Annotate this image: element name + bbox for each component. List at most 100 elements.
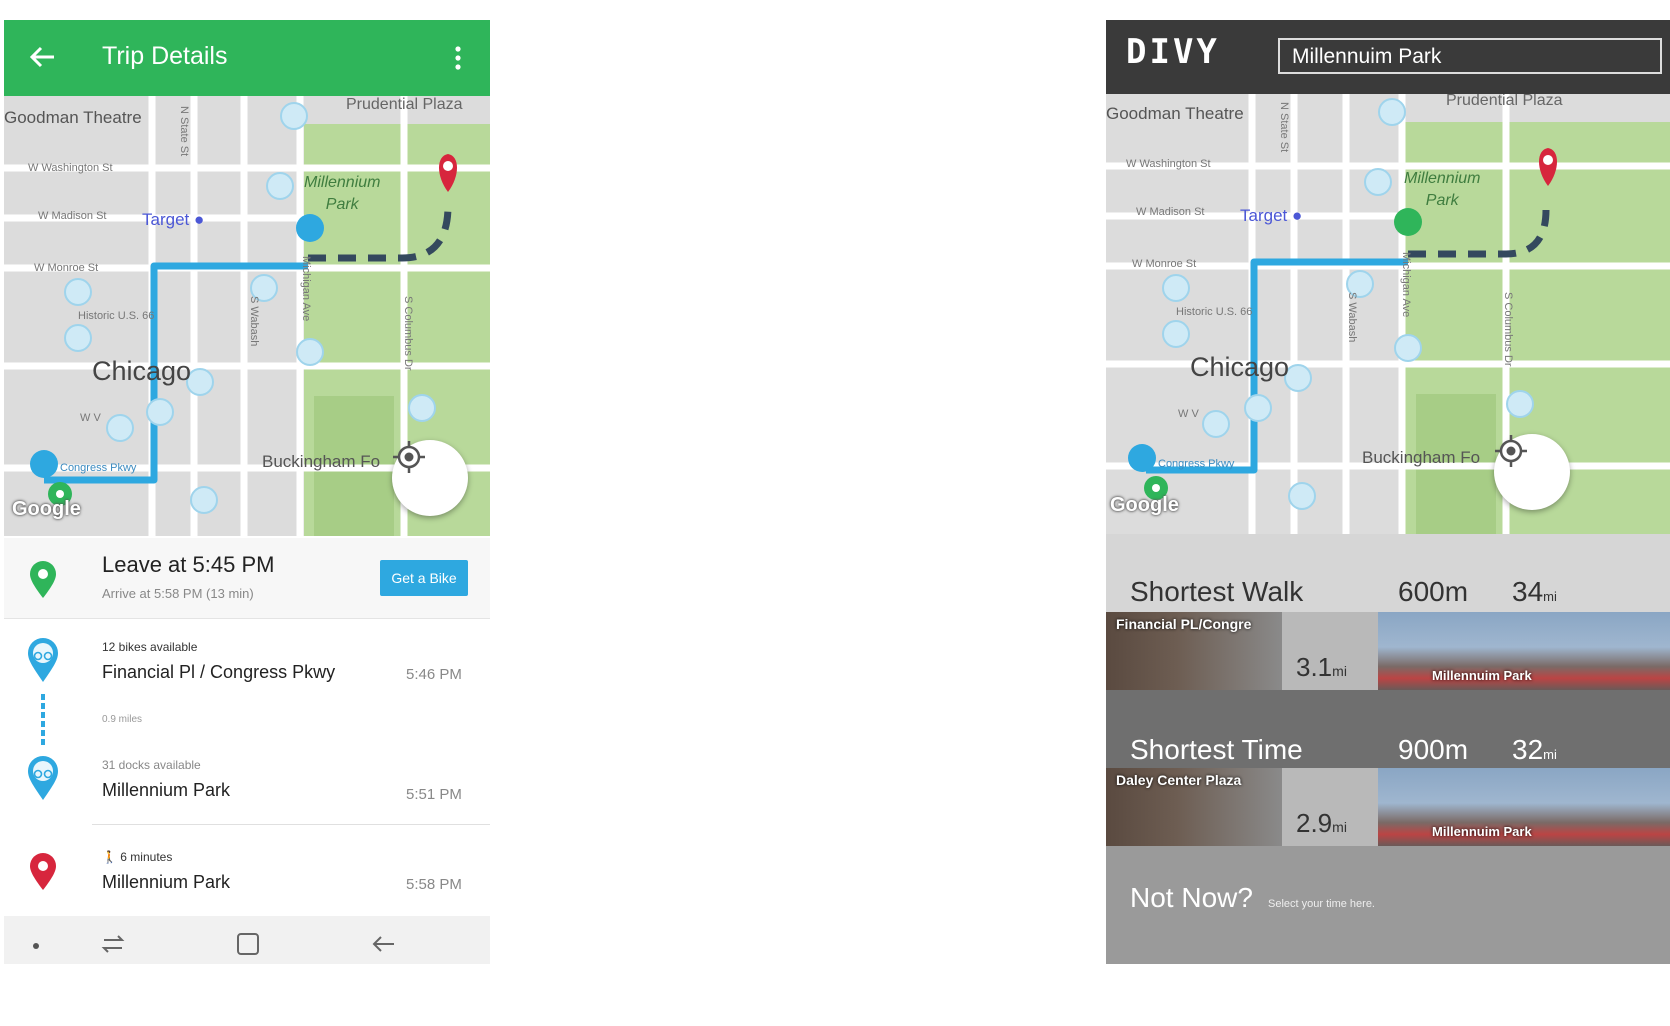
walk-duration-text: 6 minutes xyxy=(120,850,173,864)
brand-logo: DIVY xyxy=(1126,32,1220,72)
map-label-park: Millennium Park xyxy=(1404,168,1480,212)
route-2-strip[interactable]: Daley Center Plaza 2.9mi Millennuim Park xyxy=(1106,768,1670,846)
route-2-distance-value: 2.9 xyxy=(1296,808,1333,838)
route-2-distance: 2.9mi xyxy=(1296,808,1347,839)
route-2-name: Shortest Time xyxy=(1130,734,1303,765)
departure-summary: Leave at 5:45 PM Arrive at 5:58 PM (13 m… xyxy=(4,538,490,619)
target-label: Target xyxy=(142,210,190,229)
route-option-header-1[interactable]: Shortest Walk 600m 34mi xyxy=(1106,534,1670,612)
map-label-historic: Historic U.S. 66 xyxy=(1176,306,1253,318)
my-location-button[interactable] xyxy=(392,440,468,516)
ride-distance: 0.9 miles xyxy=(102,714,143,725)
route-1-distance-unit: mi xyxy=(1332,663,1347,679)
map-label-washington: W Washington St xyxy=(28,162,113,174)
route-map[interactable]: Goodman Theatre Prudential Plaza W Washi… xyxy=(4,96,490,536)
park-label-line2: Park xyxy=(1425,192,1459,209)
park-label-line1: Millennium xyxy=(304,174,381,191)
destination-search[interactable] xyxy=(1278,38,1662,74)
route-1-duration-value: 34 xyxy=(1512,576,1544,607)
start-pin-icon xyxy=(30,561,56,598)
map-label-prudential: Prudential Plaza xyxy=(1446,94,1563,109)
not-now-hint: Select your time here. xyxy=(1268,898,1375,910)
route-2-duration-value: 32 xyxy=(1512,734,1544,765)
route-2-duration-unit: mi xyxy=(1543,747,1557,762)
map-label-historic: Historic U.S. 66 xyxy=(78,310,155,322)
map-label-prudential: Prudential Plaza xyxy=(346,96,463,113)
map-label-theatre: Goodman Theatre xyxy=(1106,104,1244,123)
map-label-buckingham: Buckingham Fo xyxy=(262,452,381,471)
map-label-city: Chicago xyxy=(92,356,192,386)
docks-available: 31 docks available xyxy=(102,758,201,772)
crosshair-icon xyxy=(393,441,425,473)
map-label-monroe: W Monroe St xyxy=(34,262,99,274)
store-icon: ● xyxy=(193,210,205,229)
park-label-line1: Millennium xyxy=(1404,170,1481,187)
map-label-target: Target ● xyxy=(142,210,204,230)
map-label-madison: W Madison St xyxy=(1136,206,1205,218)
map-label-michigan: Michigan Ave xyxy=(300,256,312,322)
bike-dock-icon xyxy=(28,756,58,800)
map-label-park: Millennium Park xyxy=(304,172,380,216)
route-2-walk-distance: 900m xyxy=(1398,734,1469,765)
map-label-state: N State St xyxy=(178,106,190,157)
map-label-columbus: S Columbus Dr xyxy=(1502,292,1514,367)
route-1-duration-unit: mi xyxy=(1543,589,1557,604)
route-option-header-2[interactable]: Shortest Time 900m 32mi xyxy=(1106,690,1670,768)
route-1-duration: 34mi xyxy=(1512,576,1557,608)
route-1-walk-distance: 600m xyxy=(1398,576,1469,607)
app-header: DIVY xyxy=(1106,20,1670,94)
system-nav-bar xyxy=(4,916,490,964)
map-label-theatre: Goodman Theatre xyxy=(4,108,142,127)
route-2-distance-unit: mi xyxy=(1332,819,1347,835)
more-options-icon[interactable] xyxy=(452,44,464,72)
route-connector xyxy=(41,694,45,748)
map-label-wv: W V xyxy=(1178,408,1199,420)
destination-name[interactable]: Millennium Park xyxy=(102,872,230,893)
map-label-monroe: W Monroe St xyxy=(1132,258,1197,270)
back-nav-icon[interactable] xyxy=(370,932,396,956)
trip-details-screen: Trip Details Goodman Theatre Prudential … xyxy=(4,20,490,964)
map-label-state: N State St xyxy=(1278,102,1290,153)
my-location-button[interactable] xyxy=(1494,434,1570,510)
route-1-distance-value: 3.1 xyxy=(1296,652,1333,682)
route-1-strip[interactable]: Financial PL/Congre 3.1mi Millennuim Par… xyxy=(1106,612,1670,690)
pickup-station-name[interactable]: Financial Pl / Congress Pkwy xyxy=(102,662,335,683)
dropoff-time: 5:51 PM xyxy=(406,786,462,803)
map-label-wv: W V xyxy=(80,412,101,424)
map-label-madison: W Madison St xyxy=(38,210,107,222)
google-logo: Google xyxy=(1110,494,1179,516)
home-button-icon[interactable] xyxy=(236,932,260,956)
get-a-bike-button[interactable]: Get a Bike xyxy=(380,560,468,596)
destination-pin-icon xyxy=(30,853,56,890)
route-map[interactable]: Goodman Theatre Prudential Plaza W Washi… xyxy=(1106,94,1670,534)
map-label-congress: Congress Pkwy xyxy=(1158,458,1235,470)
search-input[interactable] xyxy=(1290,44,1654,70)
crosshair-icon xyxy=(1495,435,1527,467)
route-2-duration: 32mi xyxy=(1512,734,1557,766)
pickup-time: 5:46 PM xyxy=(406,666,462,683)
store-icon: ● xyxy=(1291,206,1303,225)
dropoff-station-name[interactable]: Millennium Park xyxy=(102,780,230,801)
bikes-available: 12 bikes available xyxy=(102,640,198,654)
destination-time: 5:58 PM xyxy=(406,876,462,893)
walking-icon: 🚶 xyxy=(102,850,117,864)
park-label-line2: Park xyxy=(325,196,359,213)
map-label-columbus: S Columbus Dr xyxy=(402,296,414,371)
arrival-time: Arrive at 5:58 PM (13 min) xyxy=(102,586,254,601)
leave-time: Leave at 5:45 PM xyxy=(102,552,275,577)
recent-apps-icon[interactable] xyxy=(100,932,126,956)
map-label-wabash: S Wabash xyxy=(1346,292,1358,343)
app-bar: Trip Details xyxy=(4,20,490,96)
back-arrow-icon[interactable] xyxy=(28,40,56,74)
route-1-to: Millennuim Park xyxy=(1432,668,1532,683)
divvy-route-screen: DIVY Millennuim Park Goodman Theatre Pru… xyxy=(1106,20,1670,964)
map-label-wabash: S Wabash xyxy=(248,296,260,347)
page-title: Trip Details xyxy=(102,42,228,70)
map-label-city: Chicago xyxy=(1190,352,1290,382)
map-label-washington: W Washington St xyxy=(1126,158,1211,170)
walk-duration: 🚶 6 minutes xyxy=(102,850,172,864)
not-now-link[interactable]: Not Now? xyxy=(1130,882,1253,914)
map-label-michigan: Michigan Ave xyxy=(1400,252,1412,318)
bike-station-icon xyxy=(28,638,58,682)
target-label: Target xyxy=(1240,206,1288,225)
